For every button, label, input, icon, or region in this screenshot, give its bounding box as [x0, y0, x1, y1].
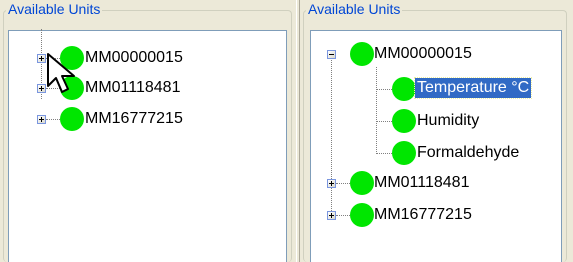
node-label: MM16777215	[374, 206, 472, 223]
right-panel-title: Available Units	[306, 1, 403, 17]
collapse-icon[interactable]	[327, 50, 336, 59]
node-label-selected: Temperature °C	[413, 77, 533, 99]
node-label: MM00000015	[85, 49, 183, 66]
node-label: MM01118481	[374, 174, 470, 191]
tree-node-mm16777215[interactable]: MM16777215	[311, 203, 561, 227]
tree-node-temperature[interactable]: Temperature °C	[311, 77, 561, 101]
left-units-panel: Available Units MM00000015 MM01118481 MM…	[0, 0, 296, 262]
green-status-icon	[60, 107, 84, 131]
tree-node-formaldehyde[interactable]: Formaldehyde	[311, 141, 561, 165]
node-label: MM01118481	[85, 79, 181, 96]
node-label: MM16777215	[85, 110, 183, 127]
expand-icon[interactable]	[37, 54, 46, 63]
green-status-icon	[350, 171, 374, 195]
left-panel-title: Available Units	[6, 1, 103, 17]
green-status-icon	[392, 109, 416, 133]
tree-node-humidity[interactable]: Humidity	[311, 109, 561, 133]
right-units-panel: Available Units MM00000015 Temperature °…	[300, 0, 573, 262]
expand-icon[interactable]	[327, 211, 336, 220]
node-label: MM00000015	[374, 45, 472, 62]
mouse-cursor-icon	[47, 53, 75, 93]
green-status-icon	[392, 77, 416, 101]
node-label: Formaldehyde	[417, 144, 520, 161]
right-units-tree[interactable]: MM00000015 Temperature °C Humidity Forma…	[310, 30, 562, 262]
expand-icon[interactable]	[327, 179, 336, 188]
expand-icon[interactable]	[37, 115, 46, 124]
node-label: Humidity	[417, 112, 480, 129]
tree-node-mm00000015[interactable]: MM00000015	[311, 42, 561, 66]
expand-icon[interactable]	[37, 84, 46, 93]
green-status-icon	[350, 42, 374, 66]
green-status-icon	[350, 203, 374, 227]
tree-node-mm01118481[interactable]: MM01118481	[311, 171, 561, 195]
green-status-icon	[392, 141, 416, 165]
tree-node-mm16777215[interactable]: MM16777215	[9, 107, 269, 131]
